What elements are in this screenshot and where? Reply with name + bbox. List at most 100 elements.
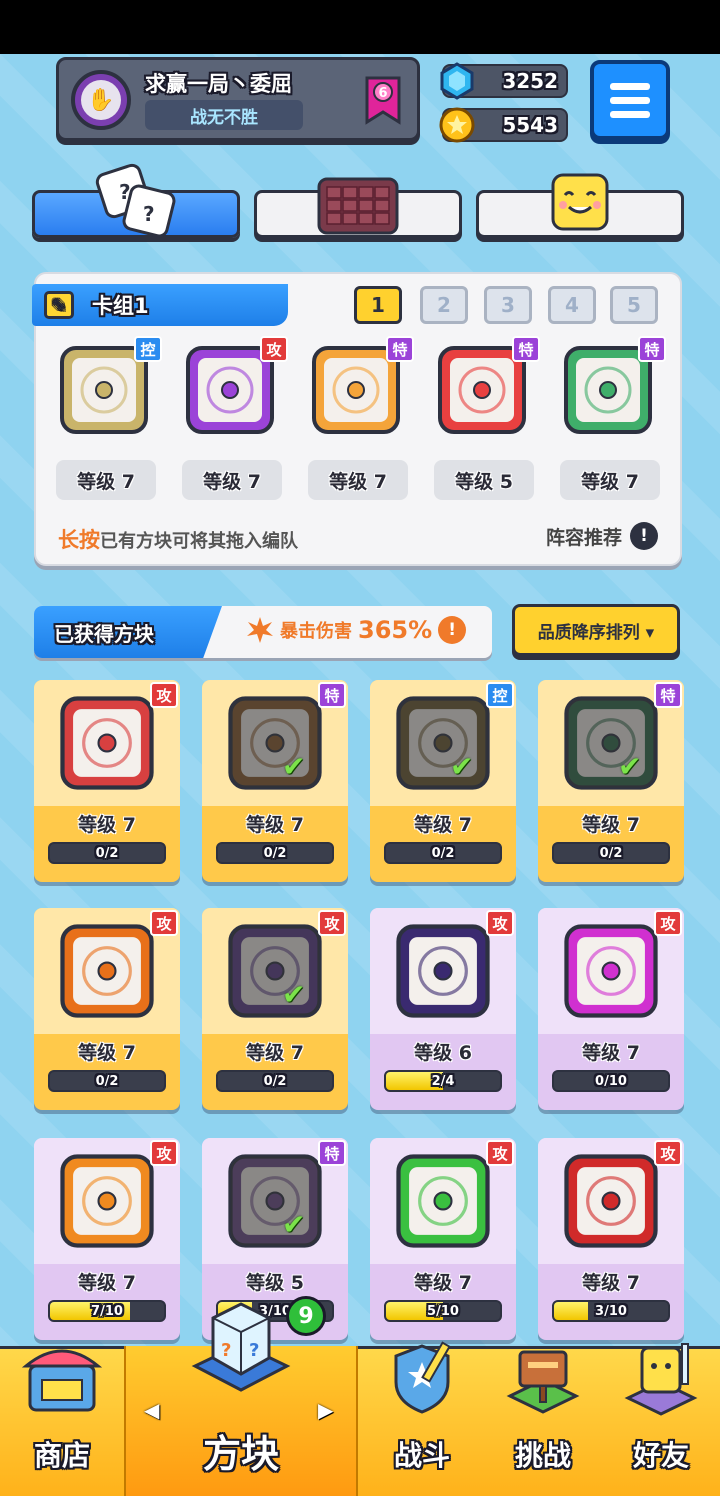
card-progress-bar: 0/2 [48, 842, 166, 864]
card-progress-text: 0/2 [263, 1073, 287, 1089]
card-progress-text: 7/10 [91, 1303, 123, 1319]
dice-card[interactable]: 攻等级 6 2/4 [370, 908, 516, 1110]
shop-icon [21, 1349, 103, 1412]
right-arrow-icon[interactable]: ▶ [318, 1398, 333, 1422]
crit-label: 暴击伤害 [280, 621, 352, 642]
deck-slot[interactable]: 特 [428, 332, 540, 444]
dice-card[interactable]: 控 ✔ 等级 7 0/2 [370, 680, 516, 882]
deck-slot[interactable]: 控 [50, 332, 162, 444]
dice-card[interactable]: 攻等级 7 7/10 [34, 1138, 180, 1340]
nav-friends[interactable]: 好友 [602, 1343, 720, 1496]
nav-challenge[interactable]: 挑战 [484, 1346, 602, 1496]
recommend-button[interactable]: 阵容推荐! [546, 522, 658, 550]
card-level: 等级 5 [246, 1272, 304, 1294]
profile-panel[interactable]: ✋ 求赢一局丶委屈 战无不胜 6 [56, 57, 420, 141]
menu-icon [610, 82, 650, 90]
menu-button[interactable] [590, 60, 670, 140]
card-type-tag: 攻 [150, 1140, 178, 1166]
board-icon [317, 177, 399, 235]
card-progress-text: 0/2 [263, 845, 287, 861]
tab-dice[interactable]: ? ? [32, 163, 240, 238]
hint-text: 已有方块可将其拖入编队 [100, 531, 298, 552]
card-level: 等级 7 [78, 1042, 136, 1064]
dice-block-icon [396, 696, 490, 790]
dice-card[interactable]: 攻等级 7 5/10 [370, 1138, 516, 1340]
deck-number-1[interactable]: 1 [354, 286, 402, 324]
deck-slot-level: 等级 5 [434, 460, 534, 500]
card-type-tag: 攻 [486, 910, 514, 936]
deck-slot-tag: 特 [512, 336, 540, 362]
dice-card[interactable]: 攻 ✔ 等级 7 0/2 [202, 908, 348, 1110]
deck-slot[interactable]: 特 [554, 332, 666, 444]
gem-counter[interactable]: 3252 [440, 62, 568, 100]
card-level: 等级 7 [246, 1042, 304, 1064]
friend-cube-icon [624, 1343, 698, 1416]
card-type-tag: 控 [486, 682, 514, 708]
dice-block-icon [564, 1154, 658, 1248]
dice-card[interactable]: 攻等级 7 0/2 [34, 680, 180, 882]
card-progress-bar: 0/2 [216, 1070, 334, 1092]
card-type-tag: 攻 [150, 910, 178, 936]
smiley-cube-icon [551, 173, 609, 231]
card-level: 等级 7 [414, 814, 472, 836]
deck-number-3[interactable]: 3 [484, 286, 532, 324]
status-bar [0, 0, 720, 54]
dice-block-icon [60, 696, 154, 790]
crit-damage[interactable]: 暴击伤害 365% ! [246, 616, 467, 644]
deck-slot-tag: 特 [638, 336, 666, 362]
card-type-tag: 攻 [150, 682, 178, 708]
deck-slot-level: 等级 7 [560, 460, 660, 500]
pencil-icon[interactable]: ✎ [44, 291, 74, 319]
card-progress-text: 3/10 [595, 1303, 627, 1319]
card-level: 等级 7 [78, 814, 136, 836]
equipped-check-icon: ✔ [282, 978, 306, 1011]
dice-card[interactable]: 攻等级 7 3/10 [538, 1138, 684, 1340]
dice-card[interactable]: 特 ✔ 等级 7 0/2 [202, 680, 348, 882]
tab-emoji[interactable] [476, 173, 684, 238]
card-progress-text: 0/2 [95, 1073, 119, 1089]
handshake-icon: ✋ [81, 80, 121, 120]
recommend-label: 阵容推荐 [545, 526, 622, 549]
sort-dropdown[interactable]: 品质降序排列 ▾ [512, 604, 680, 656]
player-title: 战无不胜 [145, 100, 303, 130]
deck-number-4[interactable]: 4 [548, 286, 596, 324]
card-progress-bar: 2/4 [384, 1070, 502, 1092]
dice-card[interactable]: 攻等级 7 0/10 [538, 908, 684, 1110]
deck-slot[interactable]: 特 [302, 332, 414, 444]
deck-slot[interactable]: 攻 [176, 332, 288, 444]
left-arrow-icon[interactable]: ◀ [144, 1398, 159, 1422]
deck-number-5[interactable]: 5 [610, 286, 658, 324]
card-progress-text: 0/2 [431, 845, 455, 861]
dice-card[interactable]: 特 ✔ 等级 7 0/2 [538, 680, 684, 882]
dice-card[interactable]: 攻等级 7 0/2 [34, 908, 180, 1110]
deck-number-2[interactable]: 2 [420, 286, 468, 324]
deck-label[interactable]: ✎ 卡组1 [32, 284, 288, 326]
card-progress-bar: 5/10 [384, 1300, 502, 1322]
equipped-check-icon: ✔ [450, 750, 474, 783]
card-level: 等级 7 [582, 1272, 640, 1294]
deck-slot-tag: 控 [134, 336, 162, 362]
card-progress-text: 0/2 [95, 845, 119, 861]
card-progress-bar: 0/2 [552, 842, 670, 864]
dice-block-icon [396, 924, 490, 1018]
nav-battle[interactable]: 战斗 [360, 1341, 484, 1496]
deck-hint: 长按已有方块可将其拖入编队 [58, 524, 298, 554]
svg-text:?: ? [143, 202, 155, 226]
rank-ribbon-icon[interactable]: 6 [363, 74, 403, 126]
svg-text:?: ? [221, 1340, 231, 1361]
tab-board[interactable] [254, 177, 462, 238]
nav-challenge-label: 挑战 [514, 1439, 571, 1472]
card-level: 等级 7 [246, 814, 304, 836]
deck-slot-level: 等级 7 [182, 460, 282, 500]
card-progress-bar: 0/2 [384, 842, 502, 864]
crit-value: 365% [358, 616, 433, 644]
crit-info-icon[interactable]: ! [438, 616, 467, 644]
dice-block-icon [228, 1154, 322, 1248]
avatar[interactable]: ✋ [71, 70, 131, 130]
coin-counter[interactable]: 5543 [439, 107, 568, 143]
nav-shop[interactable]: 商店 [0, 1346, 124, 1496]
nav-blocks-label: 方块 [202, 1432, 279, 1476]
card-level: 等级 7 [582, 814, 640, 836]
dice-block-icon [60, 924, 154, 1018]
rank-number: 6 [378, 86, 387, 101]
